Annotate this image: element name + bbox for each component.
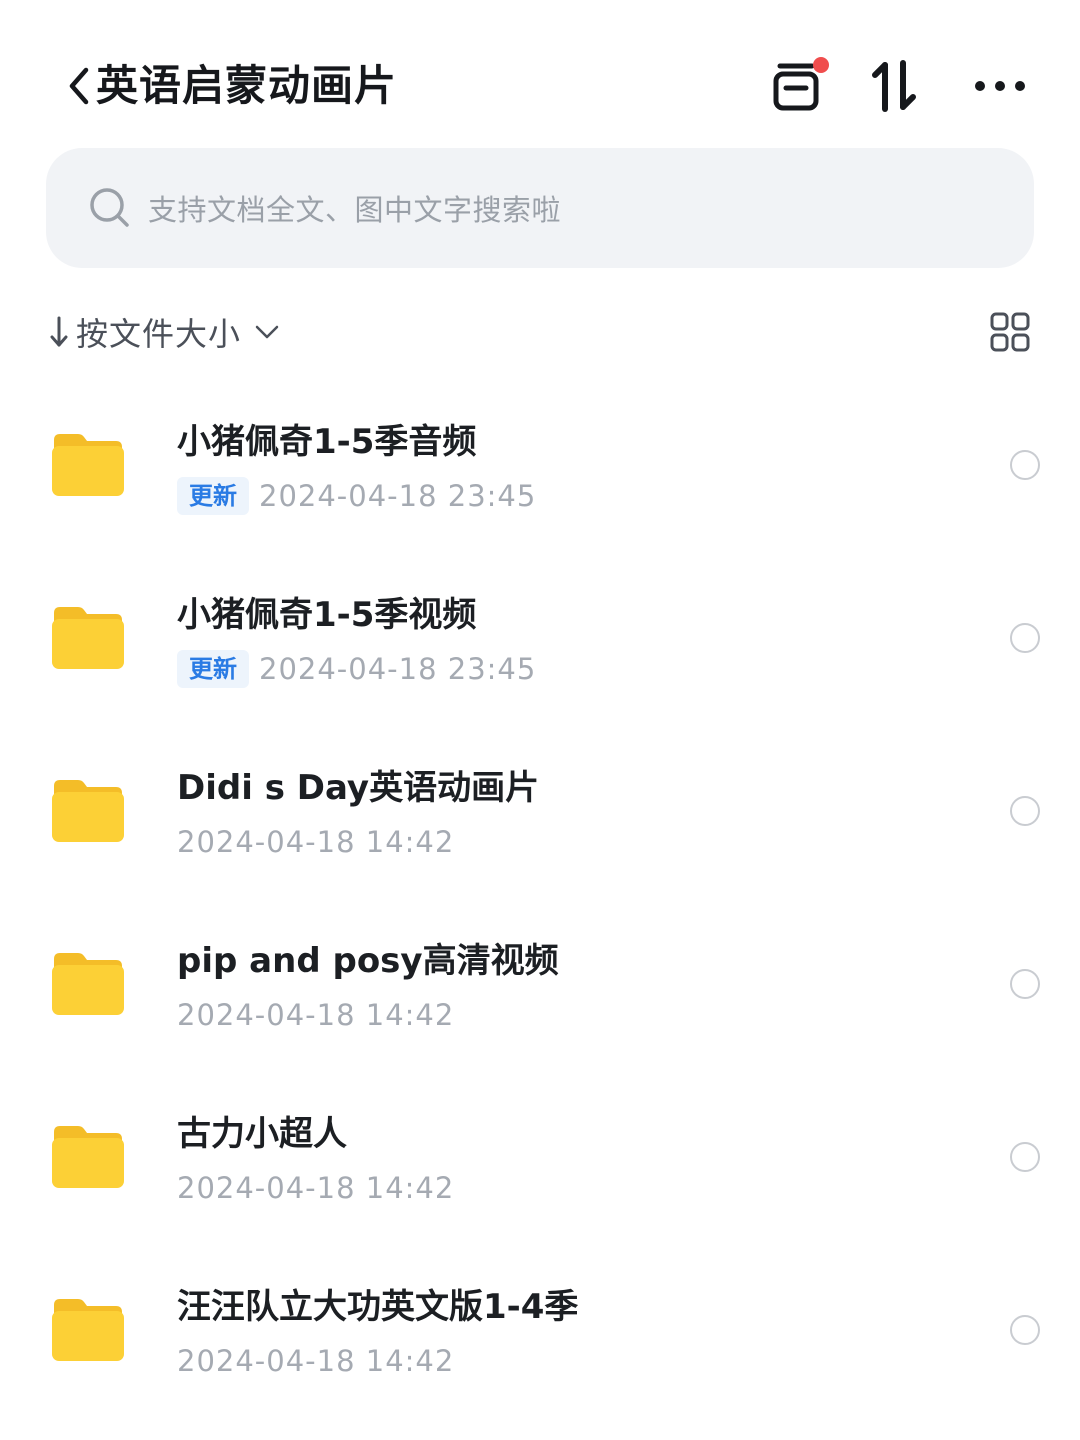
file-row[interactable]: pip and posy高清视频 2024-04-18 14:42 <box>0 897 1080 1070</box>
sort-dropdown[interactable]: 按文件大小 <box>46 300 281 364</box>
select-radio[interactable] <box>1010 1315 1040 1345</box>
transfer-button[interactable] <box>866 56 922 116</box>
select-radio[interactable] <box>1010 623 1040 653</box>
file-meta: 2024-04-18 14:42 <box>177 1168 454 1208</box>
file-name: 小猪佩奇1-5季视频 <box>177 595 477 635</box>
select-radio[interactable] <box>1010 969 1040 999</box>
file-name: 小猪佩奇1-5季音频 <box>177 422 477 462</box>
file-date: 2024-04-18 14:42 <box>177 1171 455 1205</box>
file-date: 2024-04-18 23:45 <box>259 652 537 686</box>
chevron-left-icon <box>69 67 89 105</box>
back-button[interactable] <box>62 64 96 108</box>
search-placeholder: 支持文档全文、图中文字搜索啦 <box>148 193 562 227</box>
top-bar: 英语启蒙动画片 <box>0 0 1080 170</box>
select-radio[interactable] <box>1010 796 1040 826</box>
update-badge: 更新 <box>177 477 249 515</box>
grid-view-icon <box>990 312 1030 352</box>
file-name: pip and posy高清视频 <box>177 941 559 981</box>
file-row[interactable]: 古力小超人 2024-04-18 14:42 <box>0 1070 1080 1243</box>
page-title: 英语启蒙动画片 <box>96 61 398 110</box>
arrow-down-icon <box>46 312 72 352</box>
select-radio[interactable] <box>1010 1142 1040 1172</box>
search-input[interactable]: 支持文档全文、图中文字搜索啦 <box>46 148 1034 268</box>
file-meta: 2024-04-18 14:42 <box>177 995 454 1035</box>
view-toggle-button[interactable] <box>986 308 1034 356</box>
transfer-sort-icon <box>872 60 916 112</box>
folder-icon <box>52 607 124 669</box>
more-horizontal-icon <box>975 81 1025 91</box>
select-radio[interactable] <box>1010 450 1040 480</box>
file-name: Didi s Day英语动画片 <box>177 768 540 808</box>
notification-dot <box>813 57 829 73</box>
file-date: 2024-04-18 23:45 <box>259 479 537 513</box>
search-icon <box>88 186 132 230</box>
chevron-down-icon <box>253 318 281 346</box>
file-date: 2024-04-18 14:42 <box>177 1344 455 1378</box>
folder-icon <box>52 434 124 496</box>
file-row[interactable]: 小猪佩奇1-5季音频 更新 2024-04-18 23:45 <box>0 378 1080 551</box>
file-date: 2024-04-18 14:42 <box>177 825 455 859</box>
cabinet-button[interactable] <box>758 56 834 116</box>
folder-icon <box>52 1126 124 1188</box>
file-meta: 更新 2024-04-18 23:45 <box>177 649 536 689</box>
folder-icon <box>52 1299 124 1361</box>
file-name: 汪汪队立大功英文版1-4季 <box>177 1287 579 1327</box>
file-date: 2024-04-18 14:42 <box>177 998 455 1032</box>
file-row[interactable]: 汪汪队立大功英文版1-4季 2024-04-18 14:42 <box>0 1243 1080 1416</box>
more-button[interactable] <box>968 56 1032 116</box>
file-row[interactable]: Didi s Day英语动画片 2024-04-18 14:42 <box>0 724 1080 897</box>
file-list: 小猪佩奇1-5季音频 更新 2024-04-18 23:45 小猪佩奇1-5季视… <box>0 378 1080 1416</box>
update-badge: 更新 <box>177 650 249 688</box>
file-meta: 2024-04-18 14:42 <box>177 1341 454 1381</box>
folder-icon <box>52 953 124 1015</box>
sort-label: 按文件大小 <box>76 315 242 353</box>
file-meta: 2024-04-18 14:42 <box>177 822 454 862</box>
file-row[interactable]: 小猪佩奇1-5季视频 更新 2024-04-18 23:45 <box>0 551 1080 724</box>
file-meta: 更新 2024-04-18 23:45 <box>177 476 536 516</box>
file-name: 古力小超人 <box>177 1114 347 1154</box>
folder-icon <box>52 780 124 842</box>
